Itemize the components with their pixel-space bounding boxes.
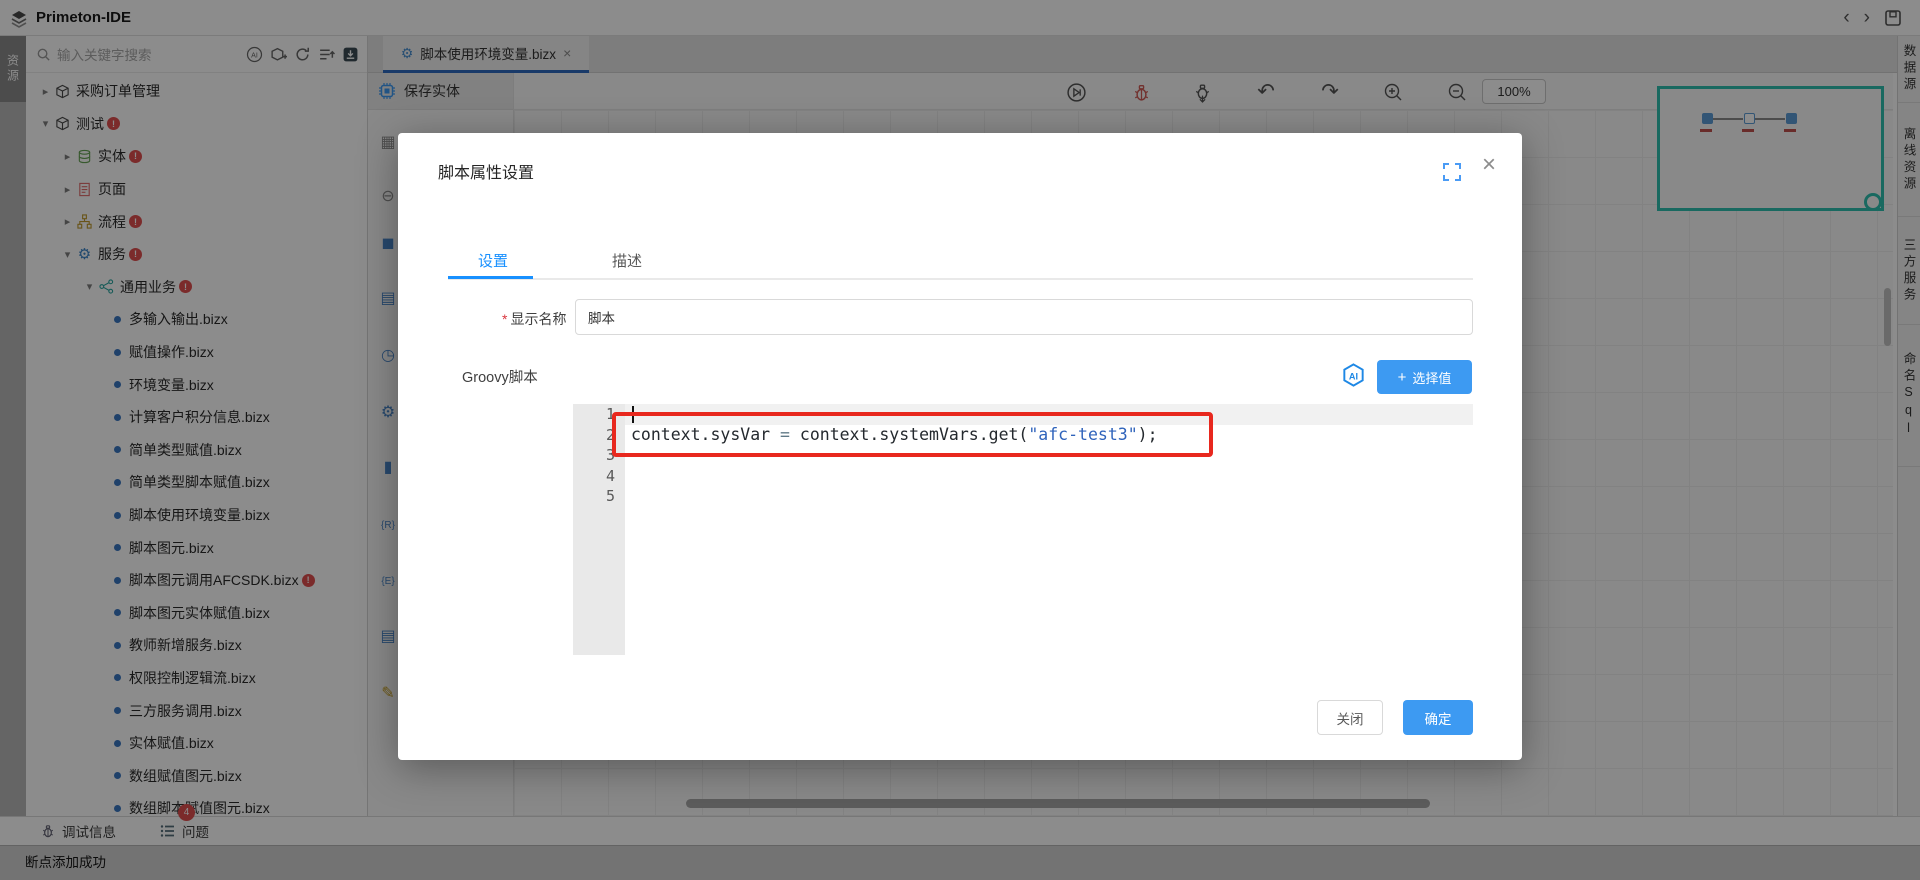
- tab-description[interactable]: 描述: [612, 250, 642, 271]
- plus-icon: +: [1398, 369, 1407, 386]
- line-number: 5: [573, 486, 615, 507]
- ai-generate-icon[interactable]: AI: [1340, 362, 1367, 389]
- display-name-label: *显示名称: [502, 309, 566, 329]
- ok-button[interactable]: 确定: [1403, 700, 1473, 735]
- display-name-input[interactable]: [575, 299, 1473, 335]
- red-highlight-box: [612, 412, 1213, 457]
- line-number: 4: [573, 466, 615, 487]
- line-number: 3: [573, 445, 615, 466]
- active-tab-indicator: [448, 276, 533, 279]
- line-number: 2: [573, 425, 615, 446]
- svg-text:AI: AI: [1349, 371, 1358, 381]
- tab-settings[interactable]: 设置: [478, 250, 508, 271]
- close-button[interactable]: 关闭: [1317, 700, 1383, 735]
- groovy-script-label: Groovy脚本: [462, 366, 538, 387]
- script-properties-dialog: 脚本属性设置 × 设置 描述 *显示名称 Groovy脚本 AI +选择值 12…: [398, 133, 1522, 760]
- tab-divider: [448, 278, 1473, 280]
- dialog-title: 脚本属性设置: [438, 159, 534, 183]
- select-value-button[interactable]: +选择值: [1377, 360, 1472, 394]
- fullscreen-icon[interactable]: [1442, 162, 1462, 182]
- groovy-code-editor[interactable]: 12345 context.sysVar = context.systemVar…: [573, 404, 1473, 655]
- ide-screen: Primeton-IDE ‹ › 资源 输入关键字搜索 AI: [0, 0, 1920, 880]
- close-icon[interactable]: ×: [1482, 153, 1496, 177]
- required-asterisk: *: [502, 311, 507, 327]
- line-number: 1: [573, 404, 615, 425]
